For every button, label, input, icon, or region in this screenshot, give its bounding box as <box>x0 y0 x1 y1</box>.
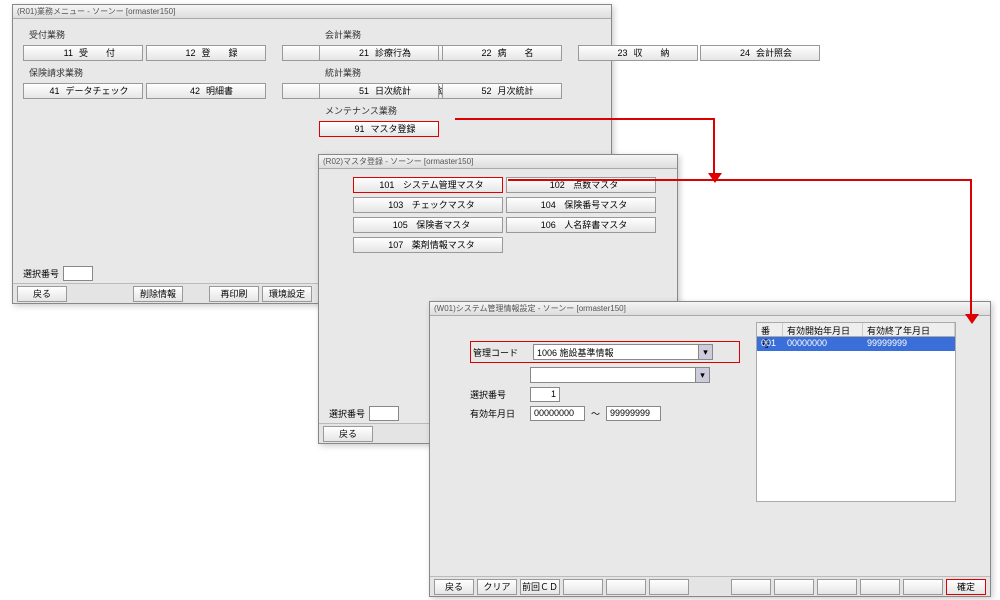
sel-input[interactable]: 1 <box>530 387 560 402</box>
table-row[interactable]: 001 00000000 99999999 <box>757 337 955 351</box>
group-toukei: 統計業務 <box>325 66 599 79</box>
titlebar[interactable]: (W01)システム管理情報設定 - ソーンー [ormaster150] <box>430 302 990 316</box>
btn-42[interactable]: 42明細書 <box>146 83 266 99</box>
label-date: 有効年月日 <box>470 407 530 420</box>
btn-52[interactable]: 52月次統計 <box>442 83 562 99</box>
group-mainte: メンテナンス業務 <box>325 104 599 117</box>
th-num: 番号 <box>757 323 783 336</box>
fbtn[interactable] <box>817 579 857 595</box>
fbtn[interactable] <box>731 579 771 595</box>
btn-back[interactable]: 戻る <box>17 286 67 302</box>
btn-107[interactable]: 107 薬剤情報マスタ <box>353 237 503 253</box>
footer: 戻る クリア 前回ＣＤ 確定 <box>430 576 990 596</box>
code-select[interactable]: 1006 施設基準情報▾ <box>533 344 713 360</box>
btn-back[interactable]: 戻る <box>434 579 474 595</box>
btn-ok[interactable]: 確定 <box>946 579 986 595</box>
btn-clear[interactable]: クリア <box>477 579 517 595</box>
date-from[interactable]: 00000000 <box>530 406 585 421</box>
btn-24[interactable]: 24会計照会 <box>700 45 820 61</box>
btn-11[interactable]: 11受 付 <box>23 45 143 61</box>
sel-input[interactable] <box>63 266 93 281</box>
btn-105[interactable]: 105 保険者マスタ <box>353 217 503 233</box>
fbtn[interactable] <box>606 579 646 595</box>
group-hoken: 保険請求業務 <box>29 66 303 79</box>
btn-reprint[interactable]: 再印刷 <box>209 286 259 302</box>
sel-label: 選択番号 <box>329 407 365 420</box>
btn-101[interactable]: 101 システム管理マスタ <box>353 177 503 193</box>
btn-prevcd[interactable]: 前回ＣＤ <box>520 579 560 595</box>
btn-del[interactable]: 削除情報 <box>133 286 183 302</box>
btn-41[interactable]: 41データチェック <box>23 83 143 99</box>
label-code: 管理コード <box>473 346 533 359</box>
btn-103[interactable]: 103 チェックマスタ <box>353 197 503 213</box>
titlebar[interactable]: (R01)業務メニュー - ソーンー [ormaster150] <box>13 5 611 19</box>
btn-102[interactable]: 102 点数マスタ <box>506 177 656 193</box>
btn-106[interactable]: 106 人名辞書マスタ <box>506 217 656 233</box>
sel-input[interactable] <box>369 406 399 421</box>
fbtn[interactable] <box>649 579 689 595</box>
btn-22[interactable]: 22病 名 <box>442 45 562 61</box>
btn-51[interactable]: 51日次統計 <box>319 83 439 99</box>
th-from: 有効開始年月日 <box>783 323 863 336</box>
titlebar[interactable]: (R02)マスタ登録 - ソーンー [ormaster150] <box>319 155 677 169</box>
btn-12[interactable]: 12登 録 <box>146 45 266 61</box>
btn-21[interactable]: 21診療行為 <box>319 45 439 61</box>
result-table: 番号 有効開始年月日 有効終了年月日 001 00000000 99999999 <box>756 322 956 502</box>
fbtn[interactable] <box>563 579 603 595</box>
win-sysadmin: (W01)システム管理情報設定 - ソーンー [ormaster150] 管理コ… <box>429 301 991 597</box>
chevron-down-icon[interactable]: ▾ <box>698 345 712 359</box>
th-to: 有効終了年月日 <box>863 323 955 336</box>
btn-env[interactable]: 環境設定 <box>262 286 312 302</box>
group-uketsuke: 受付業務 <box>29 28 303 41</box>
fbtn[interactable] <box>774 579 814 595</box>
btn-91[interactable]: 91マスタ登録 <box>319 121 439 137</box>
fbtn[interactable] <box>903 579 943 595</box>
chevron-down-icon[interactable]: ▾ <box>695 368 709 382</box>
date-to[interactable]: 99999999 <box>606 406 661 421</box>
date-sep: ～ <box>591 407 600 420</box>
fbtn[interactable] <box>860 579 900 595</box>
group-kaikei: 会計業務 <box>325 28 599 41</box>
label-sel: 選択番号 <box>470 388 530 401</box>
btn-23[interactable]: 23収 納 <box>578 45 698 61</box>
btn-104[interactable]: 104 保険番号マスタ <box>506 197 656 213</box>
btn-back[interactable]: 戻る <box>323 426 373 442</box>
sel-label: 選択番号 <box>23 267 59 280</box>
sub-select[interactable]: ▾ <box>530 367 710 383</box>
